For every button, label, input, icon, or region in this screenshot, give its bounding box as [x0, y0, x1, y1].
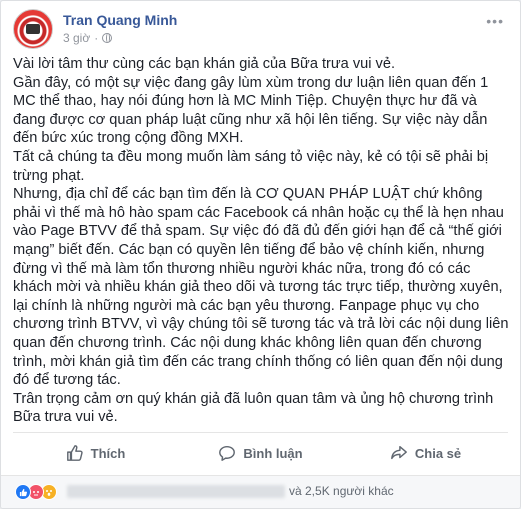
thumbs-up-icon	[66, 445, 83, 461]
reaction-footer: và 2,5K người khác	[1, 475, 520, 508]
post-paragraph: Vài lời tâm thư cùng các bạn khán giả củ…	[13, 56, 396, 72]
avatar-image	[26, 24, 40, 34]
post-meta: 3 giờ ·	[63, 31, 113, 45]
reaction-count[interactable]: và 2,5K người khác	[289, 484, 394, 498]
like-label: Thích	[90, 445, 126, 461]
share-icon	[390, 445, 407, 460]
reaction-names-blurred	[67, 485, 285, 498]
globe-icon[interactable]	[102, 33, 113, 43]
more-options-icon[interactable]: •••	[486, 13, 504, 29]
post-paragraph: Tất cả chúng ta đều mong muốn làm sáng t…	[13, 148, 489, 184]
comment-label: Bình luận	[243, 445, 303, 461]
like-reaction-icon	[15, 484, 31, 500]
post-paragraph: Trân trọng cảm ơn quý khán giả đã luôn q…	[13, 390, 494, 426]
avatar[interactable]	[13, 9, 53, 49]
post-paragraph: Gần đây, có một sự việc đang gây lùm xùm…	[13, 74, 489, 147]
divider	[13, 432, 508, 433]
share-button[interactable]: Chia sẻ	[343, 437, 508, 469]
post-header: Tran Quang Minh 3 giờ · •••	[13, 9, 508, 49]
author-name[interactable]: Tran Quang Minh	[63, 12, 177, 28]
action-bar: Thích Bình luận Chia sẻ	[13, 437, 508, 469]
like-button[interactable]: Thích	[13, 437, 178, 469]
share-label: Chia sẻ	[414, 445, 462, 461]
comment-icon	[219, 445, 236, 461]
comment-button[interactable]: Bình luận	[178, 437, 343, 469]
post-body: Vài lời tâm thư cùng các bạn khán giả củ…	[13, 55, 509, 427]
post-paragraph: Nhưng, địa chỉ để các bạn tìm đến là CƠ …	[13, 186, 509, 389]
post-time[interactable]: 3 giờ	[63, 31, 90, 45]
post-card: Tran Quang Minh 3 giờ · ••• Vài lời tâm …	[0, 0, 521, 509]
reaction-icons[interactable]	[15, 484, 57, 500]
